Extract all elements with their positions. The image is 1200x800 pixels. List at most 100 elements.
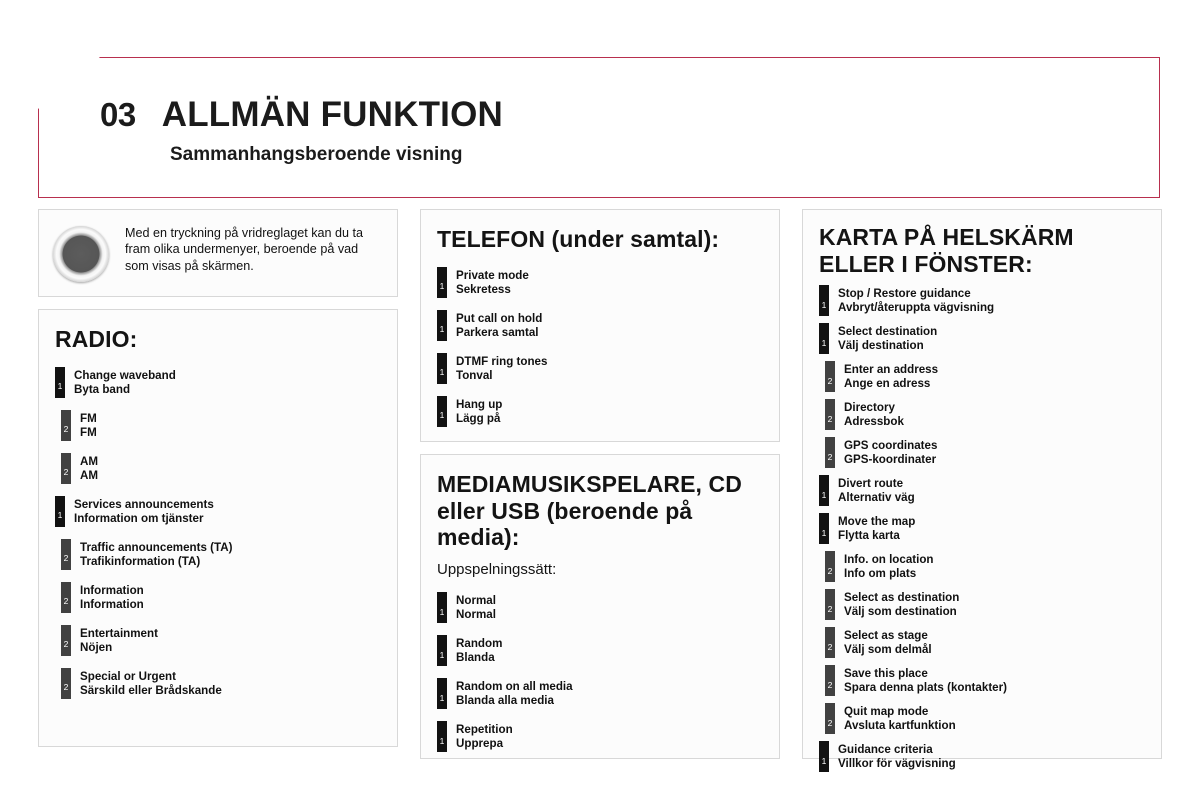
knob-note-text: Med en tryckning på vridreglaget kan du …	[125, 226, 364, 273]
level-indicator-bar: 1	[437, 592, 447, 624]
menu-item-label-en: Quit map mode	[844, 705, 929, 719]
menu-item: 2 Quit map mode Avsluta kartfunktion	[819, 703, 1145, 735]
level-indicator-bar: 1	[437, 721, 447, 753]
menu-item-labels: Services announcements Information om tjä…	[74, 496, 214, 526]
menu-item-label-sv: Blanda alla media	[456, 694, 554, 708]
menu-item-labels: DTMF ring tones Tonval	[456, 353, 547, 383]
menu-item-labels: Special or Urgent Särskild eller Brådskan…	[80, 668, 222, 698]
menu-item: 2 FM FM	[55, 409, 381, 441]
menu-item-label-sv: Sekretess	[456, 282, 511, 296]
menu-item: 1 Random on all media Blanda alla media	[437, 678, 763, 710]
menu-item-label-en: Move the map	[838, 515, 916, 529]
level-indicator-bar: 2	[61, 667, 71, 699]
level-number: 1	[439, 735, 445, 746]
chapter-number: 03	[100, 96, 136, 133]
menu-item: 1 Normal Normal	[437, 592, 763, 624]
level-number: 1	[439, 649, 445, 660]
menu-item-label-en: Special or Urgent	[80, 669, 176, 683]
menu-item: 1 Repetition Upprepa	[437, 721, 763, 753]
menu-item-label-sv: Trafikinformation (TA)	[80, 554, 201, 568]
menu-item: 1 Guidance criteria Villkor för vägvisning	[819, 741, 1145, 773]
menu-item-label-sv: GPS-koordinater	[844, 453, 937, 467]
level-number: 1	[57, 510, 63, 521]
level-indicator-bar: 1	[55, 366, 65, 398]
menu-item-labels: Guidance criteria Villkor för vägvisning	[838, 741, 956, 771]
media-panel: MEDIAMUSIKSPELARE, CD eller USB (beroend…	[420, 454, 780, 759]
level-number: 1	[821, 337, 827, 348]
level-indicator-bar: 2	[61, 452, 71, 484]
level-number: 2	[827, 565, 833, 576]
telephone-item-list: 1 Private mode Sekretess 1 Put call on hold P…	[437, 266, 763, 427]
level-number: 1	[821, 299, 827, 310]
menu-item-labels: Select destination Välj destination	[838, 323, 937, 353]
menu-item: 1 Private mode Sekretess	[437, 266, 763, 298]
menu-item-labels: Repetition Upprepa	[456, 721, 513, 751]
menu-item-labels: Divert route Alternativ väg	[838, 475, 915, 505]
level-indicator-bar: 1	[819, 513, 829, 545]
level-indicator-bar: 1	[819, 285, 829, 317]
level-number: 1	[821, 489, 827, 500]
level-number: 2	[63, 424, 69, 435]
level-number: 2	[827, 375, 833, 386]
menu-item-label-sv: Avsluta kartfunktion	[844, 719, 956, 733]
menu-item-label-en: Private mode	[456, 268, 529, 282]
menu-item-label-en: Information	[80, 583, 144, 597]
page-subtitle: Sammanhangsberoende visning	[170, 144, 463, 165]
menu-item-label-en: Traffic announcements (TA)	[80, 540, 233, 554]
level-number: 2	[63, 467, 69, 478]
level-indicator-bar: 2	[825, 361, 835, 393]
level-indicator-bar: 2	[825, 399, 835, 431]
menu-item: 1 Select destination Välj destination	[819, 323, 1145, 355]
menu-item-label-sv: Normal	[456, 608, 496, 622]
level-indicator-bar: 2	[825, 437, 835, 469]
level-number: 2	[827, 717, 833, 728]
menu-item-label-en: AM	[80, 454, 99, 468]
media-item-list: 1 Normal Normal 1 Random Blanda 1 Random on all…	[437, 592, 763, 753]
menu-item-labels: Random on all media Blanda alla media	[456, 678, 573, 708]
menu-item-label-en: GPS coordinates	[844, 439, 938, 453]
level-indicator-bar: 1	[437, 309, 447, 341]
level-indicator-bar: 1	[437, 352, 447, 384]
level-indicator-bar: 2	[825, 627, 835, 659]
menu-item: 2 Traffic announcements (TA) Trafikinforma…	[55, 538, 381, 570]
menu-item-labels: GPS coordinates GPS-koordinater	[844, 437, 937, 467]
level-indicator-bar: 2	[825, 589, 835, 621]
media-subtitle: Uppspelningssätt:	[437, 561, 557, 579]
menu-item-label-sv: Avbryt/återuppta vägvisning	[838, 301, 995, 315]
menu-item-label-sv: Alternativ väg	[838, 491, 915, 505]
menu-item-labels: Enter an address Ange en adress	[844, 361, 938, 391]
menu-item: 1 Stop / Restore guidance Avbryt/återuppta…	[819, 285, 1145, 317]
telephone-section-title: TELEFON (under samtal):	[437, 226, 720, 252]
level-number: 2	[827, 413, 833, 424]
menu-item-label-en: Select as destination	[844, 591, 960, 605]
level-number: 1	[57, 381, 63, 392]
page-title: ALLMÄN FUNKTION	[161, 95, 503, 134]
level-number: 1	[439, 410, 445, 421]
menu-item-label-en: Hang up	[456, 397, 503, 411]
menu-item-label-sv: Information om tjänster	[74, 511, 204, 525]
menu-item-labels: Select as destination Välj som destinatio…	[844, 589, 959, 619]
level-indicator-bar: 1	[437, 678, 447, 710]
level-number: 2	[63, 639, 69, 650]
menu-item-labels: Private mode Sekretess	[456, 267, 529, 297]
menu-item: 2 Info. on location Info om plats	[819, 551, 1145, 583]
level-indicator-bar: 1	[819, 323, 829, 355]
menu-item: 2 Special or Urgent Särskild eller Brådska…	[55, 667, 381, 699]
menu-item-labels: Quit map mode Avsluta kartfunktion	[844, 703, 956, 733]
level-number: 2	[63, 596, 69, 607]
menu-item-labels: AM AM	[80, 453, 98, 483]
menu-item: 1 Hang up Lägg på	[437, 395, 763, 427]
level-indicator-bar: 1	[437, 266, 447, 298]
menu-item-label-sv: AM	[80, 468, 99, 482]
menu-item-labels: Hang up Lägg på	[456, 396, 502, 426]
menu-item-label-sv: Välj destination	[838, 339, 924, 353]
menu-item: 2 Select as stage Välj som delmål	[819, 627, 1145, 659]
chapter-banner: 03 ALLMÄN FUNKTION Sammanhangsberoende v…	[38, 57, 1160, 198]
telephone-panel: TELEFON (under samtal): 1 Private mode Sek…	[420, 209, 780, 442]
menu-item-label-sv: Villkor för vägvisning	[838, 757, 956, 771]
level-indicator-bar: 1	[437, 395, 447, 427]
menu-item-label-sv: Information	[80, 597, 144, 611]
menu-item-label-en: FM	[80, 411, 97, 425]
menu-item-label-en: Divert route	[838, 477, 904, 491]
menu-item-label-sv: FM	[80, 425, 97, 439]
